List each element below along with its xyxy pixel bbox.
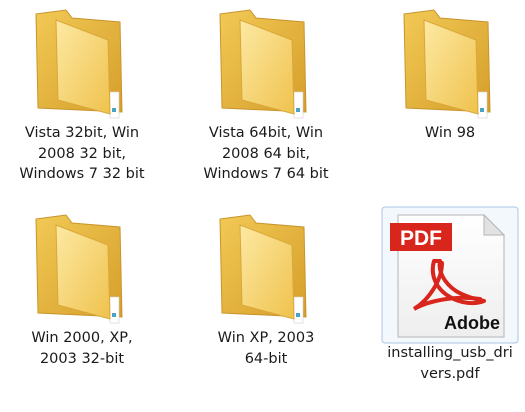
pdf-badge: PDF — [400, 227, 442, 250]
folder-win-2000-xp[interactable]: Win 2000, XP, 2003 32-bit — [0, 205, 164, 395]
file-label: installing_usb_dri vers.pdf — [387, 345, 513, 382]
folder-icon — [368, 0, 525, 120]
folder-win-98[interactable]: Win 98 — [368, 0, 525, 190]
folder-label: Win XP, 2003 64-bit — [217, 330, 315, 367]
folder-label: Vista 32bit, Win 2008 32 bit, Windows 7 … — [19, 125, 145, 182]
folder-label: Vista 64bit, Win 2008 64 bit, Windows 7 … — [203, 125, 329, 182]
folder-icon — [184, 0, 348, 120]
file-installing-usb-drivers-pdf[interactable]: PDF Adobe installing_usb_dri vers.pdf — [368, 205, 525, 395]
folder-win-xp-2003-64bit[interactable]: Win XP, 2003 64-bit — [184, 205, 348, 395]
folder-icon — [184, 205, 348, 325]
folder-vista-32bit[interactable]: Vista 32bit, Win 2008 32 bit, Windows 7 … — [0, 0, 164, 190]
folder-label: Win 98 — [424, 125, 476, 141]
folder-icon — [0, 205, 164, 325]
folder-icon — [0, 0, 164, 120]
folder-label: Win 2000, XP, 2003 32-bit — [31, 330, 133, 367]
adobe-wordmark: Adobe — [444, 313, 500, 333]
folder-vista-64bit[interactable]: Vista 64bit, Win 2008 64 bit, Windows 7 … — [184, 0, 348, 190]
pdf-file-icon: PDF Adobe — [368, 205, 525, 345]
